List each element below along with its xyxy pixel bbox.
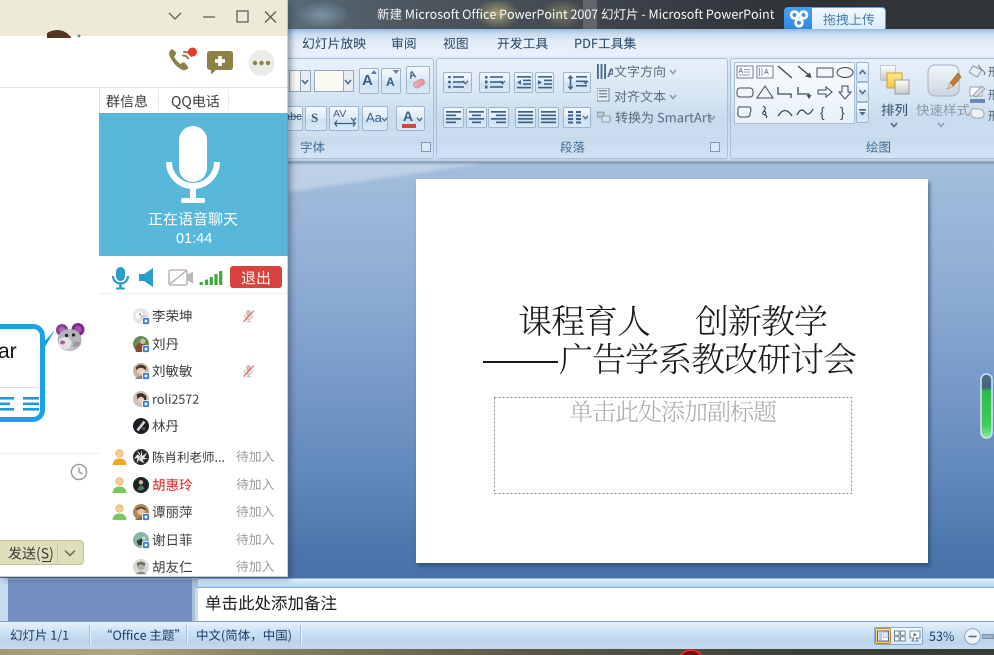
svg-text:A: A	[739, 68, 744, 75]
svg-text:A: A	[607, 66, 613, 79]
svg-text:A: A	[764, 69, 769, 76]
svg-text:}: }	[840, 104, 845, 120]
svg-text:{: {	[820, 104, 825, 120]
